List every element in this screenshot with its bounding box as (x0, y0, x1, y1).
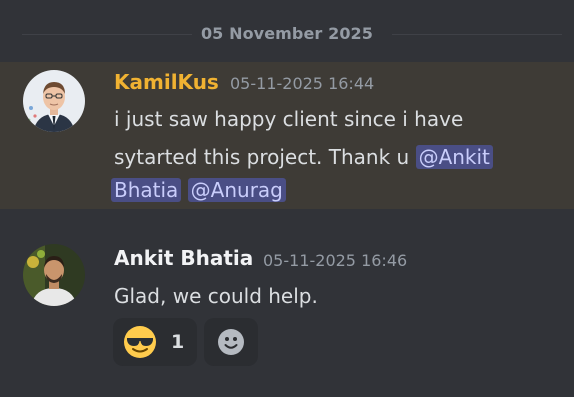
message-timestamp: 05-11-2025 16:46 (263, 251, 408, 270)
message-text-line: Glad, we could help. (114, 284, 318, 308)
message-timestamp: 05-11-2025 16:44 (230, 74, 375, 93)
message-author[interactable]: KamilKus (114, 70, 219, 94)
mention-ankit-bhatia[interactable]: Bhatia (111, 178, 182, 202)
message-author[interactable]: Ankit Bhatia (114, 246, 253, 270)
divider-line-right (392, 34, 562, 35)
mention-ankit-bhatia[interactable]: @Ankit (415, 145, 493, 169)
reaction-sunglasses[interactable]: 1 (113, 318, 197, 366)
add-reaction-icon (217, 328, 245, 356)
sunglasses-emoji-icon (123, 325, 157, 359)
add-reaction-button[interactable] (204, 318, 258, 366)
date-divider: 05 November 2025 (0, 22, 574, 48)
reaction-count: 1 (171, 331, 185, 353)
message-text-line: Bhatia @Anurag (111, 174, 286, 206)
message-text-line: i just saw happy client since i have (114, 107, 464, 131)
avatar-ankit-bhatia[interactable] (23, 244, 85, 306)
message-text-fragment: sytarted this project. Thank u (114, 145, 416, 169)
message-text-line: sytarted this project. Thank u @Ankit (114, 141, 493, 173)
mention-anurag[interactable]: @Anurag (187, 178, 286, 202)
avatar-kamilkus[interactable] (23, 70, 85, 132)
